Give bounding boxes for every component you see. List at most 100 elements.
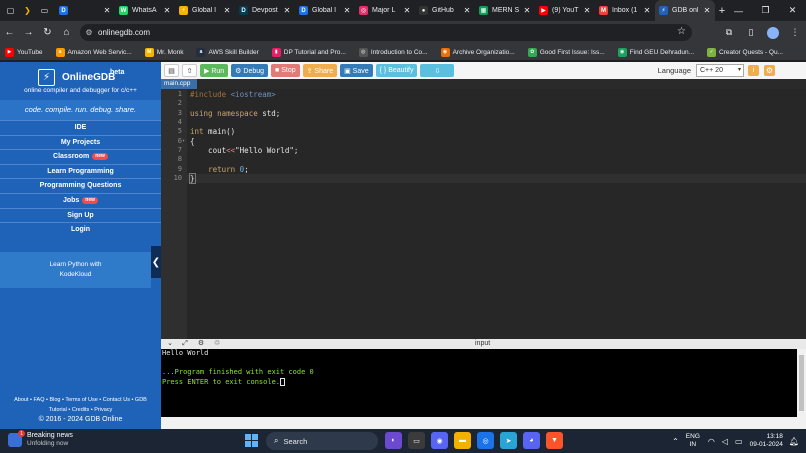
console-scroll-thumb[interactable] <box>799 355 804 411</box>
bookmark-item[interactable]: a Amazon Web Servic... <box>55 47 132 57</box>
share-button[interactable]: ⇪ Share <box>302 64 338 77</box>
file-tab-main-cpp[interactable]: main.cpp <box>161 79 197 89</box>
browser-tab[interactable]: ▶ (9) YouT ✕ <box>535 0 595 21</box>
console-scrollbar[interactable] <box>797 349 806 417</box>
upload-icon[interactable]: ⇧ <box>182 64 197 77</box>
windows-start-icon[interactable] <box>245 434 258 447</box>
collapse-console-icon[interactable]: ⌄ <box>164 339 176 349</box>
task-view-icon[interactable]: ▭ <box>408 432 425 449</box>
extensions-icon[interactable]: ⧉ <box>718 27 740 38</box>
beautify-button[interactable]: { } Beautify <box>375 64 418 77</box>
settings-gear-icon[interactable]: ⚙ <box>764 65 775 76</box>
minimize-icon[interactable]: — <box>725 0 752 21</box>
site-info-icon[interactable]: ⚙ <box>80 28 98 37</box>
language-select[interactable]: C++ 20 ▾ <box>696 64 744 77</box>
sidebar-item-jobs[interactable]: Jobs new <box>0 192 161 208</box>
sidebar-item-login[interactable]: Login <box>0 222 161 237</box>
debug-button[interactable]: ⚙ Debug <box>231 64 269 77</box>
browser-tab[interactable]: W WhatsA ✕ <box>115 0 175 21</box>
new-file-icon[interactable]: ▤ <box>164 64 179 77</box>
forward-icon[interactable]: → <box>19 27 38 38</box>
browser-tab[interactable]: M Inbox (1 ✕ <box>595 0 655 21</box>
console-clear-icon[interactable]: ♲ <box>211 339 223 349</box>
wifi-icon[interactable]: ◠ <box>708 437 715 446</box>
show-hidden-icons-icon[interactable]: ⌃ <box>672 437 679 446</box>
bookmark-item[interactable]: ▶ YouTube <box>5 47 43 57</box>
reload-icon[interactable]: ↻ <box>38 27 57 38</box>
close-tab-icon[interactable]: ✕ <box>643 6 651 15</box>
file-explorer-icon[interactable]: ▬ <box>454 432 471 449</box>
console-settings-icon[interactable]: ⚙ <box>195 339 207 349</box>
close-tab-icon[interactable]: ✕ <box>103 6 111 15</box>
bookmark-item[interactable]: ◎ Introduction to Co... <box>358 47 428 57</box>
home-icon[interactable]: ⌂ <box>57 27 76 38</box>
bookmark-item[interactable]: a AWS Skill Builder <box>196 47 259 57</box>
teams-icon[interactable]: ◉ <box>431 432 448 449</box>
discord-icon[interactable]: ◕ <box>523 432 540 449</box>
tab-search-icon[interactable]: ▢ <box>4 4 17 17</box>
browser-tab[interactable]: D ✕ <box>55 0 115 21</box>
close-tab-icon[interactable]: ✕ <box>523 6 531 15</box>
close-tab-icon[interactable]: ✕ <box>583 6 591 15</box>
code-editor[interactable]: 1 2 3 4 5 6 7 8 9 10 ▾ #include <iostream> using n… <box>161 89 806 339</box>
browser-tab[interactable]: ▦ MERN S ✕ <box>475 0 535 21</box>
url-text[interactable]: onlinegdb.com <box>98 28 150 37</box>
bookmark-item[interactable]: ✿ Good First Issue: Iss... <box>527 47 605 57</box>
chrome-icon[interactable]: ◎ <box>477 432 494 449</box>
browser-tab[interactable]: D Devpost ✕ <box>235 0 295 21</box>
sidepanel-icon[interactable]: ▯ <box>740 27 762 38</box>
maximize-icon[interactable]: ❐ <box>752 0 779 21</box>
sidebar-item-classroom[interactable]: Classroom new <box>0 149 161 164</box>
bookmark-item[interactable]: ▮ DP Tutorial and Pro... <box>271 47 346 57</box>
close-tab-icon[interactable]: ✕ <box>223 6 231 15</box>
profile-avatar[interactable] <box>767 26 779 39</box>
tab-group-icon[interactable]: ▭ <box>38 4 51 17</box>
download-button[interactable]: ⇩ <box>420 64 455 77</box>
copilot-icon[interactable]: ◐ <box>385 432 402 449</box>
clock[interactable]: 13:18 09-01-2024 <box>750 433 783 449</box>
browser-tab[interactable]: ◎ Major L ✕ <box>355 0 415 21</box>
back-icon[interactable]: ← <box>0 27 19 38</box>
close-tab-icon[interactable]: ✕ <box>163 6 171 15</box>
battery-icon[interactable]: ▭ <box>735 437 743 446</box>
input-language[interactable]: ENG IN <box>686 433 700 449</box>
taskbar-search[interactable]: ⌕ Search <box>266 432 378 450</box>
sidebar-item-learn-programming[interactable]: Learn Programming <box>0 163 161 179</box>
close-tab-icon[interactable]: ✕ <box>343 6 351 15</box>
expand-console-icon[interactable]: ⤢ <box>179 339 191 349</box>
browser-tab[interactable]: ● GitHub ✕ <box>415 0 475 21</box>
footer-links-2[interactable]: Tutorial • Credits • Privacy <box>0 405 161 415</box>
browser-tab[interactable]: ⚡ Global I ✕ <box>175 0 235 21</box>
close-tab-icon[interactable]: ✕ <box>403 6 411 15</box>
close-tab-icon[interactable]: ✕ <box>703 6 711 15</box>
omnibox[interactable]: ⚙ onlinegdb.com ☆ <box>80 24 692 41</box>
collapse-sidebar-icon[interactable]: ❮ <box>151 246 161 278</box>
close-window-icon[interactable]: ✕ <box>779 0 806 21</box>
bookmark-item[interactable]: ◉ Archive Organizatio... <box>440 47 515 57</box>
notifications-icon[interactable]: 🔔︎ <box>789 437 799 446</box>
sidebar-item-sign-up[interactable]: Sign Up <box>0 207 161 223</box>
horizontal-scrollbar[interactable] <box>161 417 806 429</box>
fold-chevron-icon[interactable]: ▾ <box>182 138 187 144</box>
save-button[interactable]: ▣ Save <box>340 64 373 77</box>
tab-actions-icon[interactable]: ❯ <box>21 4 34 17</box>
volume-icon[interactable]: ◁ <box>722 437 728 446</box>
telegram-icon[interactable]: ➤ <box>500 432 517 449</box>
bookmark-star-icon[interactable]: ☆ <box>677 26 686 37</box>
close-tab-icon[interactable]: ✕ <box>283 6 291 15</box>
browser-tab[interactable]: ⚡ GDB onl ✕ <box>655 0 715 21</box>
browser-tab[interactable]: D Global I ✕ <box>295 0 355 21</box>
news-widget[interactable]: 1 Breaking news Unfolding now <box>8 430 73 448</box>
sidebar-item-my-projects[interactable]: My Projects <box>0 134 161 150</box>
run-button[interactable]: ▶ Run <box>200 64 229 77</box>
sidebar-item-ide[interactable]: IDE <box>0 120 161 135</box>
sidebar-item-programming-questions[interactable]: Programming Questions <box>0 178 161 193</box>
bookmark-item[interactable]: ◉ Find GEU Dehradun... <box>617 47 694 57</box>
console-output[interactable]: Hello World ...Program finished with exi… <box>161 349 797 417</box>
promo-banner[interactable]: Learn Python with KodeKloud <box>0 252 151 288</box>
info-icon[interactable]: i <box>748 65 759 76</box>
bookmark-item[interactable]: M Mr. Monk <box>144 47 183 57</box>
stop-button[interactable]: ■ Stop <box>271 64 300 77</box>
bookmark-item[interactable]: ✓ Creator Quests - Qu... <box>707 47 783 57</box>
close-tab-icon[interactable]: ✕ <box>463 6 471 15</box>
